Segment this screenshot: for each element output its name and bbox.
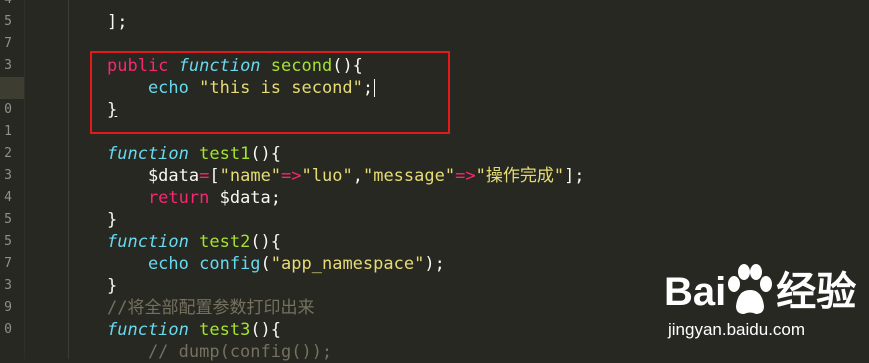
line-number: 5 xyxy=(4,234,12,249)
code-line[interactable]: // dump(config()); xyxy=(107,341,332,363)
watermark-url: jingyan.baidu.com xyxy=(668,320,806,339)
line-number: 3 xyxy=(4,278,12,293)
code-token: ); xyxy=(424,254,445,274)
code-token: ( xyxy=(260,254,271,274)
line-number: 1 xyxy=(4,124,12,139)
line-number: 0 xyxy=(4,102,12,117)
code-token: "message" xyxy=(362,166,456,186)
code-token: config xyxy=(199,254,261,274)
line-number: 7 xyxy=(4,36,12,51)
code-line[interactable]: } xyxy=(107,275,117,297)
watermark-logo-suffix: 经验 xyxy=(776,270,857,314)
code-token: (){ xyxy=(250,320,282,340)
line-number-gutter: 4573901234557390 xyxy=(0,0,24,359)
gutter-separator xyxy=(24,0,25,359)
code-token: "name" xyxy=(219,166,282,186)
code-token: = xyxy=(199,166,210,186)
code-token: ]; xyxy=(564,166,585,186)
annotation-highlight-box xyxy=(90,51,450,134)
code-line[interactable]: function test2(){ xyxy=(107,231,281,253)
code-token: "操作完成" xyxy=(475,166,565,186)
code-token: // dump(config()); xyxy=(107,342,333,362)
code-token: => xyxy=(281,166,302,186)
code-token: test3 xyxy=(199,320,251,340)
code-line[interactable]: return $data; xyxy=(107,187,281,209)
code-token: , xyxy=(352,166,363,186)
indent-guide xyxy=(68,0,69,359)
code-token: return xyxy=(107,188,220,208)
line-number: 7 xyxy=(4,256,12,271)
line-number: 3 xyxy=(4,58,12,73)
code-token: (){ xyxy=(250,144,282,164)
code-token: [ xyxy=(209,166,220,186)
code-token: test1 xyxy=(199,144,251,164)
code-line[interactable]: ]; xyxy=(107,11,127,33)
code-line[interactable]: //将全部配置参数打印出来 xyxy=(107,297,314,319)
current-line-marker xyxy=(0,77,24,99)
line-number: 4 xyxy=(0,0,12,11)
paw-icon xyxy=(728,264,772,314)
code-line[interactable]: echo config("app_namespace"); xyxy=(107,253,445,275)
code-token: function xyxy=(107,232,200,252)
code-token: (){ xyxy=(250,232,282,252)
code-token: echo xyxy=(107,254,200,274)
code-token: //将全部配置参数打印出来 xyxy=(107,298,315,318)
code-token: $data xyxy=(107,166,200,186)
code-token: function xyxy=(107,320,200,340)
baidu-jingyan-watermark: Bai 经验 jingyan.baidu.com xyxy=(664,262,864,354)
watermark-logo-prefix: Bai xyxy=(664,270,727,314)
code-token: test2 xyxy=(199,232,251,252)
code-token: } xyxy=(107,276,118,296)
line-number: 3 xyxy=(4,168,12,183)
code-token: => xyxy=(455,166,476,186)
line-number: 0 xyxy=(4,322,12,337)
code-line[interactable]: function test3(){ xyxy=(107,319,281,341)
line-number: 4 xyxy=(4,190,12,205)
line-number: 2 xyxy=(4,146,12,161)
line-number: 5 xyxy=(4,212,12,227)
code-token: $data; xyxy=(219,188,282,208)
code-token: } xyxy=(107,210,118,230)
code-token: "luo" xyxy=(301,166,353,186)
code-line[interactable]: $data=["name"=>"luo","message"=>"操作完成"]; xyxy=(107,165,585,187)
code-token: ]; xyxy=(107,12,128,32)
code-line[interactable]: function test1(){ xyxy=(107,143,281,165)
line-number: 9 xyxy=(4,300,12,315)
code-line[interactable]: } xyxy=(107,209,117,231)
code-token: "app_namespace" xyxy=(270,254,425,274)
code-token: function xyxy=(107,144,200,164)
line-number: 5 xyxy=(4,14,12,29)
